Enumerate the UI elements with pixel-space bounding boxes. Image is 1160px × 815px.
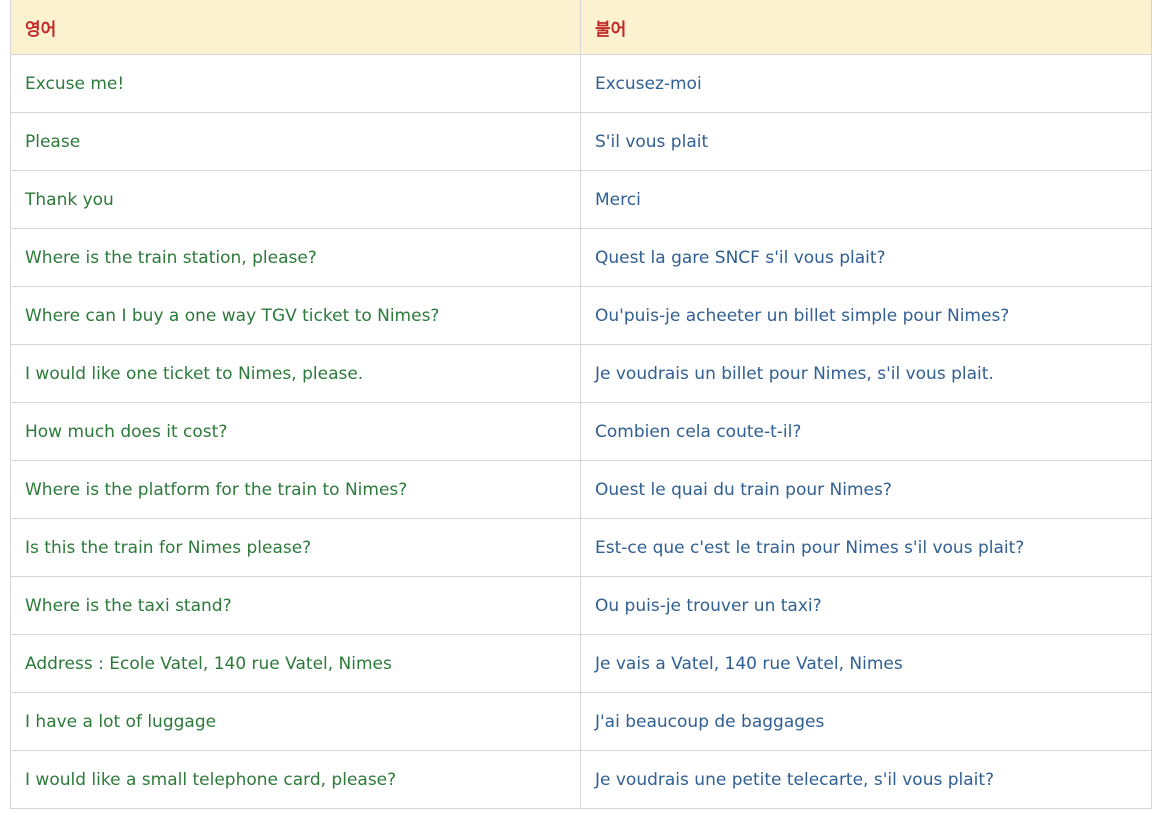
- french-phrase-cell: S'il vous plait: [580, 112, 1152, 171]
- table-row: Where is the taxi stand? Ou puis-je trouv…: [10, 576, 1152, 635]
- header-english: 영어: [10, 0, 581, 55]
- english-phrase-cell: I would like a small telephone card, ple…: [10, 750, 581, 809]
- english-phrase-cell: Excuse me!: [10, 54, 581, 113]
- french-phrase-cell: Ou puis-je trouver un taxi?: [580, 576, 1152, 635]
- header-french: 불어: [580, 0, 1152, 55]
- english-phrase-cell: Where is the train station, please?: [10, 228, 581, 287]
- english-phrase-cell: Where is the taxi stand?: [10, 576, 581, 635]
- english-phrase-cell: Where is the platform for the train to N…: [10, 460, 581, 519]
- table-row: Where is the train station, please? Quest…: [10, 228, 1152, 287]
- french-phrase-cell: Je voudrais une petite telecarte, s'il v…: [580, 750, 1152, 809]
- french-phrase-cell: Quest la gare SNCF s'il vous plait?: [580, 228, 1152, 287]
- english-phrase-cell: I would like one ticket to Nimes, please…: [10, 344, 581, 403]
- french-phrase-cell: J'ai beaucoup de baggages: [580, 692, 1152, 751]
- table-row: I would like one ticket to Nimes, please…: [10, 344, 1152, 403]
- french-phrase-cell: Je vais a Vatel, 140 rue Vatel, Nimes: [580, 634, 1152, 693]
- french-phrase-cell: Est-ce que c'est le train pour Nimes s'i…: [580, 518, 1152, 577]
- table-body: Excuse me! Excusez-moi Please S'il vous pla…: [10, 54, 1152, 809]
- table-header: 영어 불어: [10, 0, 1152, 55]
- table-row: Where is the platform for the train to N…: [10, 460, 1152, 519]
- english-phrase-cell: I have a lot of luggage: [10, 692, 581, 751]
- english-phrase-cell: Address : Ecole Vatel, 140 rue Vatel, Ni…: [10, 634, 581, 693]
- french-phrase-cell: Ou'puis-je acheeter un billet simple pou…: [580, 286, 1152, 345]
- table-row: I would like a small telephone card, ple…: [10, 750, 1152, 809]
- table-row: How much does it cost? Combien cela coute…: [10, 402, 1152, 461]
- table-row: Excuse me! Excusez-moi: [10, 54, 1152, 113]
- english-phrase-cell: Thank you: [10, 170, 581, 229]
- english-phrase-cell: How much does it cost?: [10, 402, 581, 461]
- header-row: 영어 불어: [10, 0, 1152, 55]
- french-phrase-cell: Combien cela coute-t-il?: [580, 402, 1152, 461]
- table-row: Thank you Merci: [10, 170, 1152, 229]
- table-row: Is this the train for Nimes please? Est-c…: [10, 518, 1152, 577]
- english-phrase-cell: Please: [10, 112, 581, 171]
- english-phrase-cell: Is this the train for Nimes please?: [10, 518, 581, 577]
- french-phrase-cell: Merci: [580, 170, 1152, 229]
- french-phrase-cell: Je voudrais un billet pour Nimes, s'il v…: [580, 344, 1152, 403]
- table-row: Please S'il vous plait: [10, 112, 1152, 171]
- table-row: Address : Ecole Vatel, 140 rue Vatel, Ni…: [10, 634, 1152, 693]
- table-row: Where can I buy a one way TGV ticket to …: [10, 286, 1152, 345]
- phrase-table: 영어 불어 Excuse me! Excusez-moi Please S'il vo…: [10, 0, 1152, 809]
- french-phrase-cell: Ouest le quai du train pour Nimes?: [580, 460, 1152, 519]
- table-row: I have a lot of luggage J'ai beaucoup de …: [10, 692, 1152, 751]
- french-phrase-cell: Excusez-moi: [580, 54, 1152, 113]
- english-phrase-cell: Where can I buy a one way TGV ticket to …: [10, 286, 581, 345]
